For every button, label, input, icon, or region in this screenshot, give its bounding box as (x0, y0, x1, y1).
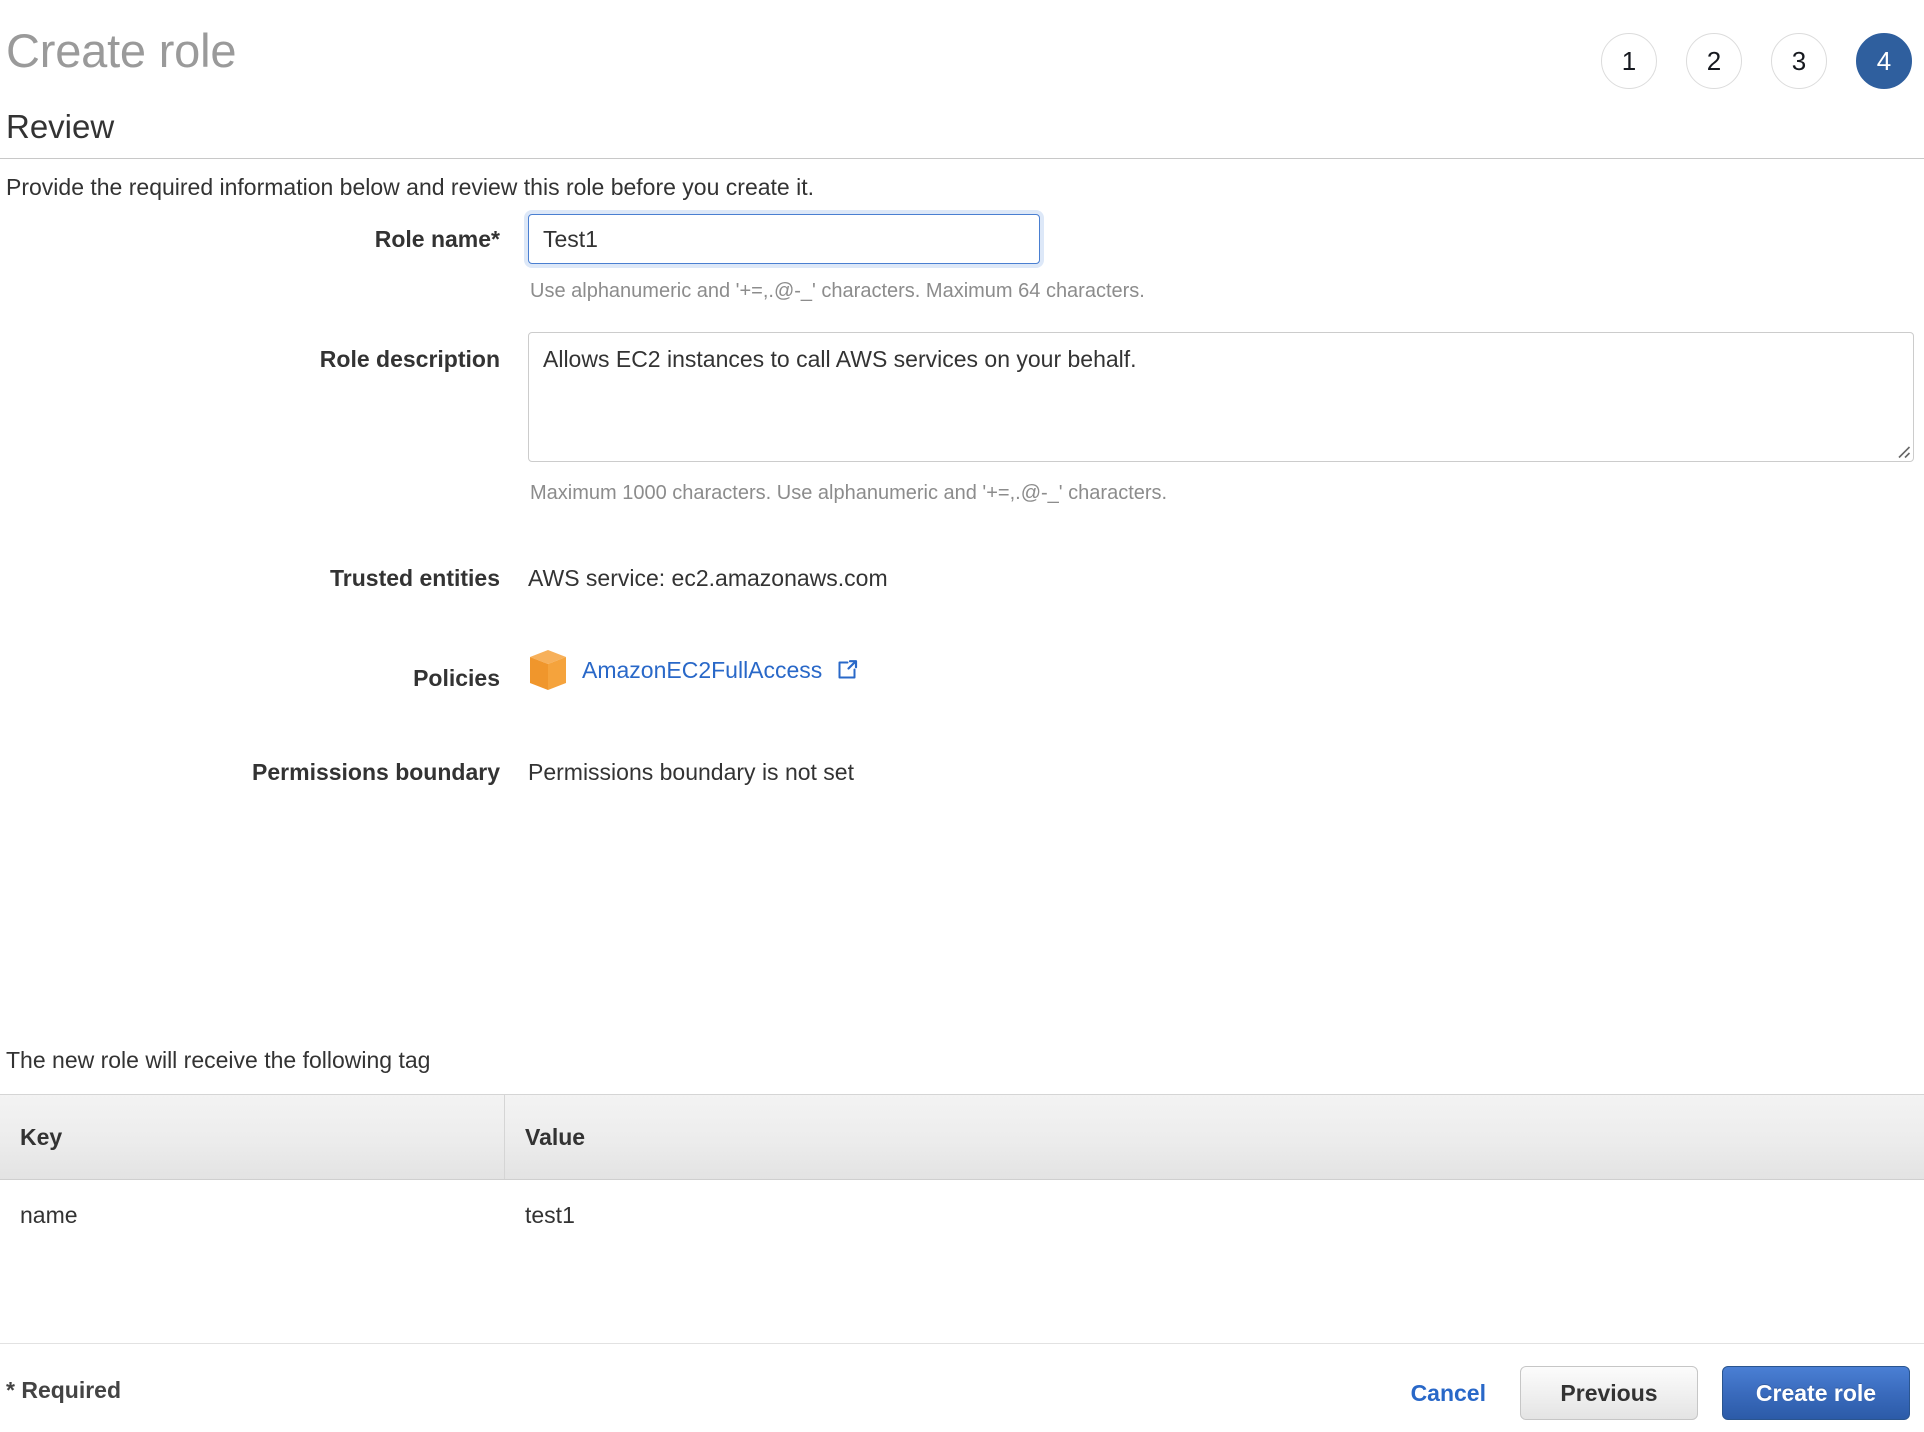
role-name-label: Role name* (374, 226, 500, 252)
step-indicator-4[interactable]: 4 (1856, 33, 1912, 89)
step-indicator-2[interactable]: 2 (1686, 33, 1742, 89)
policy-cube-icon (530, 650, 566, 690)
role-description-wrapper (528, 332, 1914, 462)
role-name-helper-text: Use alphanumeric and '+=,.@-_' character… (530, 280, 1145, 302)
previous-button[interactable]: Previous (1520, 1366, 1698, 1420)
create-role-button[interactable]: Create role (1722, 1366, 1910, 1420)
role-description-label: Role description (319, 346, 500, 372)
policies-row: Policies AmazonEC2FullAccess (0, 635, 1924, 733)
section-intro-text: Provide the required information below a… (6, 174, 814, 200)
permissions-boundary-row: Permissions boundary Permissions boundar… (0, 733, 1924, 831)
permissions-boundary-value: Permissions boundary is not set (528, 759, 854, 785)
footer-divider (0, 1343, 1924, 1344)
header-divider (0, 158, 1924, 159)
policies-label: Policies (413, 665, 500, 691)
tag-key-cell: name (20, 1201, 78, 1228)
role-description-textarea[interactable] (528, 332, 1914, 462)
table-row: name test1 (0, 1180, 1924, 1250)
role-description-row: Role description Maximum 1000 characters… (0, 332, 1924, 537)
page-title: Create role (6, 24, 237, 77)
cancel-button[interactable]: Cancel (1401, 1374, 1496, 1413)
section-title: Review (6, 108, 115, 145)
required-note: * Required (6, 1377, 122, 1403)
page-header: Create role 1 2 3 4 (0, 0, 1924, 120)
footer-actions: Cancel Previous Create role (1401, 1366, 1910, 1420)
review-form: Role name* Use alphanumeric and '+=,.@-_… (0, 212, 1924, 831)
trusted-entities-value: AWS service: ec2.amazonaws.com (528, 565, 888, 591)
trusted-entities-label: Trusted entities (330, 565, 500, 591)
tags-table-header: Key Value (0, 1094, 1924, 1180)
tags-table: Key Value name test1 (0, 1094, 1924, 1250)
permissions-boundary-label: Permissions boundary (252, 759, 500, 785)
policies-value: AmazonEC2FullAccess (528, 649, 858, 691)
policy-link-amazonec2fullaccess[interactable]: AmazonEC2FullAccess (582, 655, 822, 685)
step-indicator: 1 2 3 4 (1601, 33, 1912, 89)
column-header-key: Key (0, 1095, 505, 1179)
create-role-page: Create role 1 2 3 4 Review Provide the r… (0, 0, 1924, 1432)
tag-value-cell: test1 (525, 1201, 575, 1228)
role-description-helper-text: Maximum 1000 characters. Use alphanumeri… (530, 482, 1168, 504)
role-name-row: Role name* Use alphanumeric and '+=,.@-_… (0, 212, 1924, 332)
step-indicator-3[interactable]: 3 (1771, 33, 1827, 89)
column-header-value: Value (525, 1123, 586, 1150)
external-link-icon[interactable] (836, 659, 858, 681)
step-indicator-1[interactable]: 1 (1601, 33, 1657, 89)
trusted-entities-row: Trusted entities AWS service: ec2.amazon… (0, 537, 1924, 635)
tag-note: The new role will receive the following … (6, 1047, 431, 1073)
role-name-input[interactable] (528, 214, 1040, 264)
